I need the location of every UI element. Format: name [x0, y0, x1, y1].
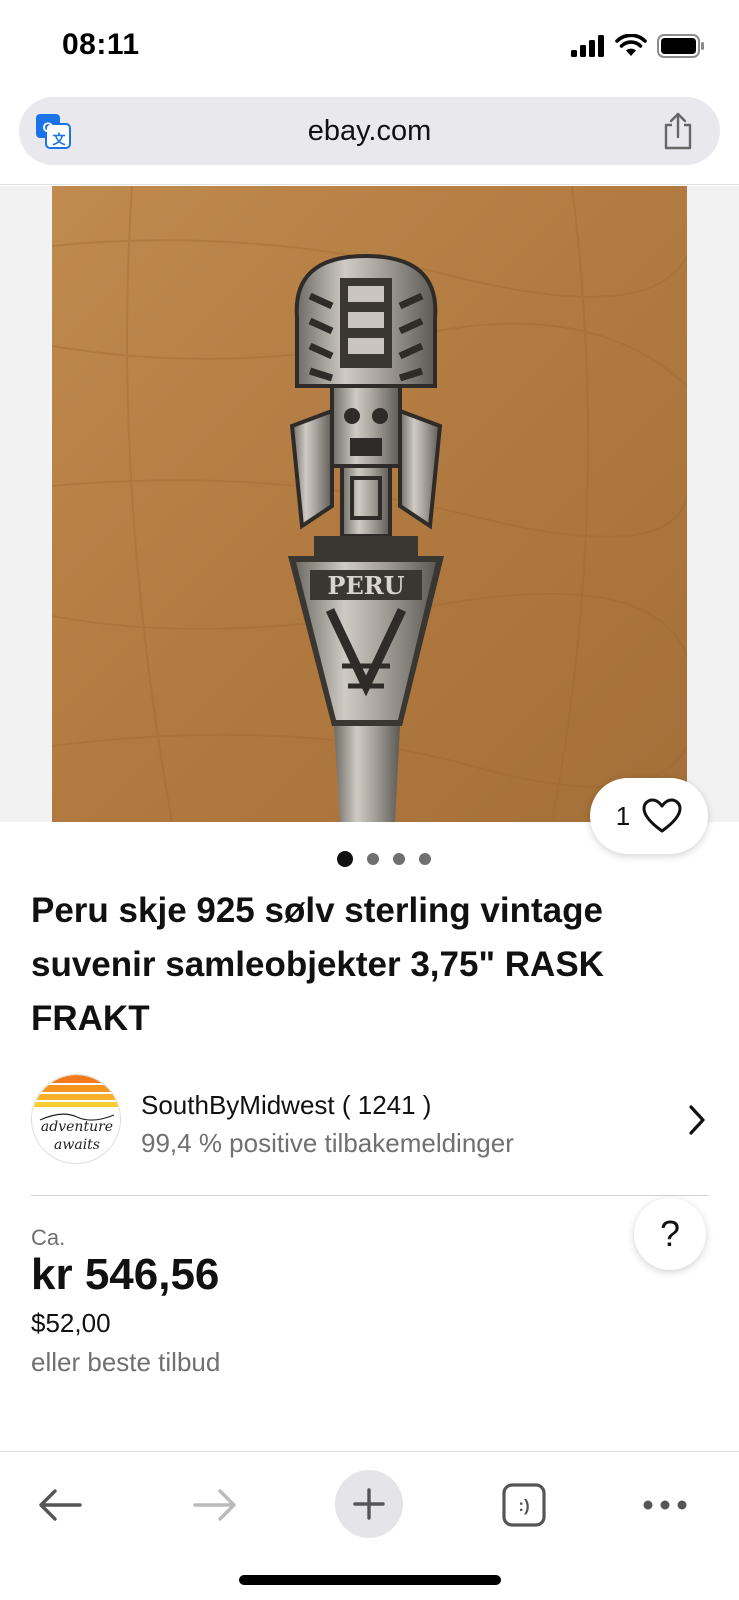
- carousel-indicator[interactable]: [14, 851, 739, 867]
- battery-icon: [657, 34, 704, 58]
- svg-text:PERU: PERU: [327, 571, 404, 600]
- product-photo[interactable]: PERU: [52, 186, 687, 822]
- ellipsis-icon: [643, 1500, 687, 1510]
- best-offer-text: eller beste tilbud: [31, 1347, 221, 1377]
- more-button[interactable]: [630, 1470, 700, 1540]
- image-gallery[interactable]: PERU: [0, 186, 739, 822]
- plus-icon: [353, 1488, 385, 1520]
- carousel-dot-2[interactable]: [366, 853, 379, 865]
- divider: [0, 184, 739, 185]
- back-button[interactable]: [25, 1470, 95, 1540]
- share-icon[interactable]: [660, 111, 696, 151]
- carousel-dot-3[interactable]: [392, 853, 405, 865]
- seller-avatar[interactable]: adventure awaits: [31, 1074, 121, 1164]
- avatar-text-line2: awaits: [54, 1137, 100, 1153]
- address-bar[interactable]: G 文 ebay.com: [19, 97, 720, 165]
- status-time: 08:11: [62, 28, 140, 61]
- seller-info[interactable]: adventure awaits SouthByMidwest ( 1241 )…: [31, 1074, 711, 1164]
- watch-count: 1: [615, 800, 631, 831]
- carousel-dot-1[interactable]: [336, 851, 353, 867]
- arrow-right-icon: [193, 1489, 236, 1521]
- url-text[interactable]: ebay.com: [19, 115, 720, 148]
- tabs-button[interactable]: :): [489, 1470, 559, 1540]
- tabs-icon: :): [502, 1483, 546, 1527]
- listing-title: Peru skje 925 sølv sterling vintage suve…: [31, 891, 604, 1038]
- home-indicator: [239, 1575, 501, 1585]
- price-approx-label: Ca.: [31, 1225, 66, 1250]
- new-tab-button[interactable]: [335, 1470, 403, 1538]
- tabs-label: :): [518, 1496, 529, 1515]
- divider: [31, 1195, 709, 1196]
- seller-name[interactable]: SouthByMidwest ( 1241 ): [141, 1090, 431, 1121]
- signal-icon: [571, 35, 604, 57]
- carousel-dot-4[interactable]: [418, 853, 431, 865]
- arrow-left-icon: [39, 1489, 82, 1521]
- price-converted: kr 546,56: [31, 1250, 220, 1299]
- seller-feedback: 99,4 % positive tilbakemeldinger: [141, 1128, 514, 1158]
- price-original: $52,00: [31, 1308, 111, 1338]
- forward-button[interactable]: [180, 1470, 250, 1540]
- heart-icon: [642, 798, 682, 833]
- chevron-right-icon[interactable]: [687, 1104, 707, 1136]
- status-icons: [571, 34, 705, 58]
- avatar-text-line1: adventure: [41, 1119, 113, 1135]
- watch-button[interactable]: 1: [590, 778, 708, 854]
- status-bar: 08:11: [0, 0, 739, 92]
- wifi-icon: [615, 34, 647, 56]
- help-button[interactable]: ?: [634, 1198, 706, 1270]
